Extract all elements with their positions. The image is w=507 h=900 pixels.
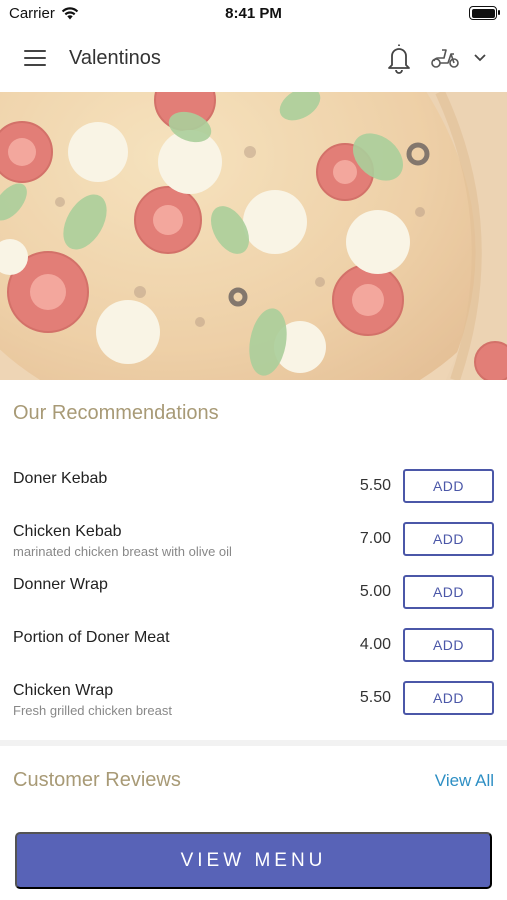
clock: 8:41 PM — [225, 5, 282, 22]
view-all-link[interactable]: View All — [435, 771, 494, 791]
recommendations-list: Doner Kebab 5.50 ADD Chicken Kebab marin… — [0, 456, 507, 721]
reviews-title: Customer Reviews — [13, 769, 181, 791]
section-divider — [0, 740, 507, 746]
list-item: Chicken Kebab marinated chicken breast w… — [0, 509, 507, 562]
item-description: marinated chicken breast with olive oil — [13, 544, 232, 559]
item-description: Fresh grilled chicken breast — [13, 703, 172, 718]
add-button[interactable]: ADD — [403, 681, 494, 715]
list-item: Chicken Wrap Fresh grilled chicken breas… — [0, 668, 507, 721]
menu-icon[interactable] — [24, 50, 46, 66]
list-item: Donner Wrap 5.00 ADD — [0, 562, 507, 615]
bell-icon[interactable] — [384, 43, 414, 75]
add-button[interactable]: ADD — [403, 522, 494, 556]
item-price: 5.50 — [359, 477, 391, 494]
restaurant-title: Valentinos — [69, 47, 161, 69]
recommendations-title: Our Recommendations — [13, 402, 219, 424]
item-price: 7.00 — [359, 530, 391, 547]
status-bar: Carrier 8:41 PM — [0, 0, 507, 26]
item-name: Chicken Wrap — [13, 682, 114, 699]
add-button[interactable]: ADD — [403, 469, 494, 503]
add-button[interactable]: ADD — [403, 575, 494, 609]
hero-image — [0, 92, 507, 380]
item-name: Portion of Doner Meat — [13, 629, 170, 646]
navbar: Valentinos — [0, 26, 507, 92]
item-price: 4.00 — [359, 636, 391, 653]
item-name: Donner Wrap — [13, 576, 108, 593]
add-button[interactable]: ADD — [403, 628, 494, 662]
view-menu-button[interactable]: VIEW MENU — [15, 832, 492, 889]
list-item: Portion of Doner Meat 4.00 ADD — [0, 615, 507, 668]
chevron-down-icon[interactable] — [473, 53, 487, 63]
scooter-icon[interactable] — [430, 46, 460, 70]
item-name: Chicken Kebab — [13, 523, 122, 540]
item-price: 5.00 — [359, 583, 391, 600]
battery-icon — [469, 6, 500, 20]
item-name: Doner Kebab — [13, 470, 108, 487]
item-price: 5.50 — [359, 689, 391, 706]
list-item: Doner Kebab 5.50 ADD — [0, 456, 507, 509]
pizza-image — [0, 92, 507, 380]
